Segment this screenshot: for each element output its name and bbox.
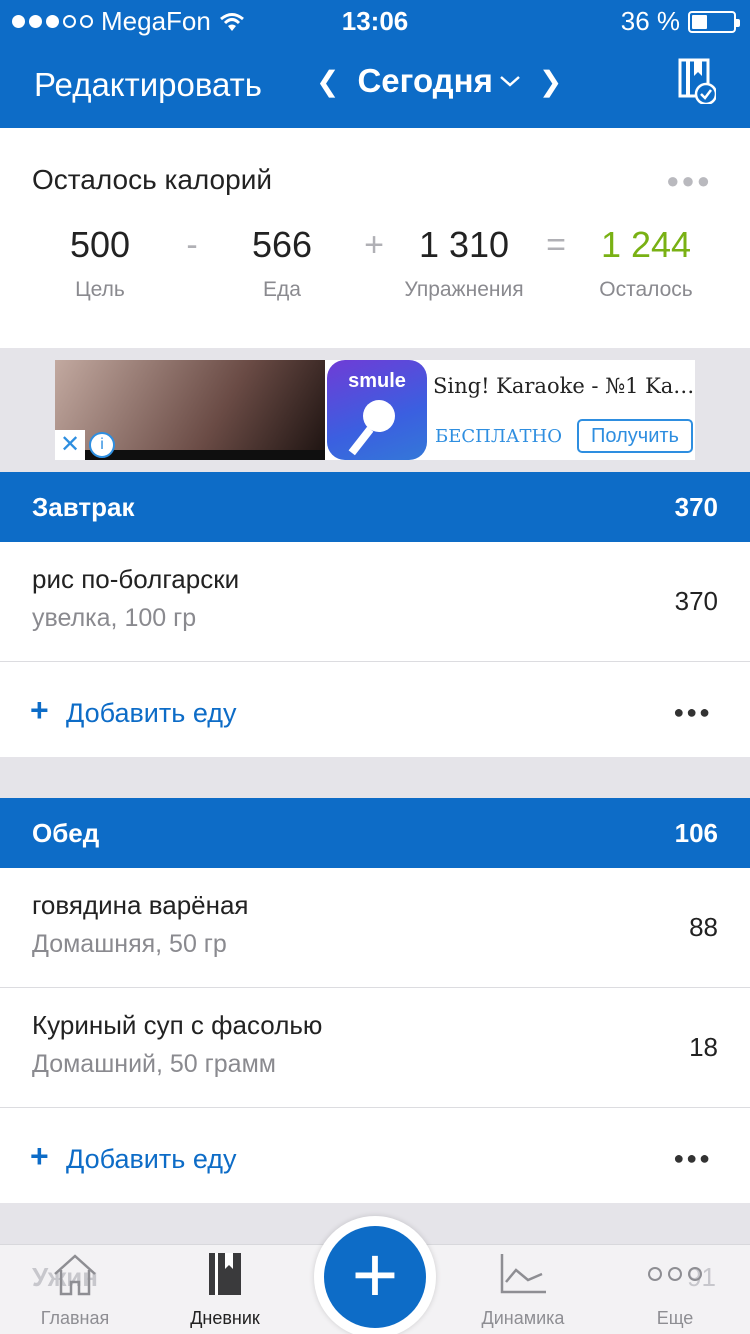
date-selector: ❮ Сегодня ❯: [316, 62, 562, 100]
food-name: рис по-болгарски: [32, 564, 240, 594]
tab-home[interactable]: Главная: [10, 1250, 140, 1329]
meal-name: Завтрак: [32, 492, 135, 522]
ad-get-button[interactable]: Получить: [577, 419, 693, 453]
status-bar: MegaFon 13:06 36 %: [0, 0, 750, 40]
ad-title: Sing! Karaoke - №1 Ka…: [433, 374, 695, 398]
meal-calories: 106: [674, 818, 718, 848]
meal-calories: 370: [674, 492, 718, 522]
more-options-icon[interactable]: ●●●: [666, 168, 712, 194]
food-name: Куриный суп с фасолью: [32, 1010, 323, 1040]
exercise-value: 1 310: [418, 224, 510, 265]
ad-image[interactable]: ✕ i: [55, 360, 325, 460]
goal-value: 500: [69, 224, 131, 265]
meal-name: Обед: [32, 818, 100, 848]
remaining-column[interactable]: 1 244 Осталось: [556, 224, 736, 302]
food-calories: 18: [689, 1032, 718, 1062]
meal-header-breakfast[interactable]: Завтрак 370: [0, 472, 750, 542]
calories-card: Осталось калорий ●●● 500 Цель - 566 Еда …: [0, 128, 750, 348]
tab-label: Еще: [656, 1308, 694, 1328]
ad-price: БЕСПЛАТНО: [435, 426, 562, 447]
add-food-row-lunch[interactable]: + Добавить еду ●●●: [0, 1108, 750, 1203]
food-row[interactable]: Куриный суп с фасолью Домашний, 50 грамм…: [0, 988, 750, 1108]
plus-icon: +: [324, 1226, 426, 1328]
ad-banner: ✕ i smule Sing! Karaoke - №1 Ka… БЕСПЛАТ…: [0, 348, 750, 472]
exercise-column[interactable]: 1 310 Упражнения: [374, 224, 554, 302]
ad-app-brand: smule: [348, 370, 406, 392]
add-food-row-breakfast[interactable]: + Добавить еду ●●●: [0, 662, 750, 757]
tab-diary[interactable]: Дневник: [160, 1250, 290, 1329]
food-description: Домашняя, 50 гр: [32, 930, 227, 958]
ad-app-icon[interactable]: smule: [327, 360, 427, 460]
tab-more[interactable]: Еще: [610, 1250, 740, 1329]
more-options-icon[interactable]: ●●●: [673, 702, 712, 723]
food-row[interactable]: говядина варёная Домашняя, 50 гр 88: [0, 868, 750, 988]
edit-button[interactable]: Редактировать: [34, 66, 262, 104]
remaining-value: 1 244: [600, 224, 692, 265]
tab-label: Динамика: [481, 1308, 565, 1328]
food-label: Еда: [263, 278, 301, 301]
diary-complete-icon[interactable]: [678, 58, 716, 104]
chart-icon: [500, 1254, 546, 1294]
food-value: 566: [251, 224, 313, 265]
meal-header-lunch[interactable]: Обед 106: [0, 798, 750, 868]
date-title[interactable]: Сегодня: [357, 62, 492, 100]
plus-icon: +: [30, 692, 49, 728]
add-entry-button[interactable]: +: [314, 1216, 436, 1334]
food-name: говядина варёная: [32, 890, 249, 920]
goal-column[interactable]: 500 Цель: [10, 224, 190, 302]
more-options-icon[interactable]: ●●●: [673, 1148, 712, 1169]
diary-icon: [209, 1253, 241, 1295]
food-row[interactable]: рис по-болгарски увелка, 100 гр 370: [0, 542, 750, 662]
food-calories: 88: [689, 912, 718, 942]
app-screen: MegaFon 13:06 36 % Редактировать ❮ Сегод…: [0, 0, 750, 1334]
more-icon: [648, 1267, 702, 1281]
food-column[interactable]: 566 Еда: [192, 224, 372, 302]
add-food-button[interactable]: Добавить еду: [66, 1144, 237, 1175]
food-calories: 370: [674, 586, 718, 616]
add-food-button[interactable]: Добавить еду: [66, 698, 237, 729]
ad-info-icon[interactable]: i: [89, 432, 115, 458]
food-description: увелка, 100 гр: [32, 604, 197, 632]
ad-box[interactable]: ✕ i smule Sing! Karaoke - №1 Ka… БЕСПЛАТ…: [55, 360, 695, 460]
food-description: Домашний, 50 грамм: [32, 1050, 276, 1078]
header: MegaFon 13:06 36 % Редактировать ❮ Сегод…: [0, 0, 750, 128]
plus-icon: +: [30, 1138, 49, 1174]
prev-day-icon[interactable]: ❮: [316, 65, 339, 98]
exercise-label: Упражнения: [404, 278, 524, 301]
home-icon: [54, 1254, 96, 1296]
nav-bar: Редактировать ❮ Сегодня ❯: [0, 40, 750, 128]
remaining-label: Осталось: [599, 278, 693, 301]
battery-percent: 36 %: [620, 6, 680, 36]
goal-label: Цель: [75, 278, 125, 301]
calories-title: Осталось калорий: [32, 164, 272, 195]
next-day-icon[interactable]: ❯: [539, 65, 562, 98]
ad-close-icon[interactable]: ✕: [55, 430, 85, 460]
battery-icon: [688, 10, 740, 33]
tab-label: Дневник: [190, 1308, 260, 1328]
status-right: 36 %: [620, 6, 740, 37]
tab-progress[interactable]: Динамика: [458, 1250, 588, 1329]
tab-label: Главная: [40, 1308, 110, 1328]
chevron-down-icon[interactable]: [499, 74, 521, 88]
